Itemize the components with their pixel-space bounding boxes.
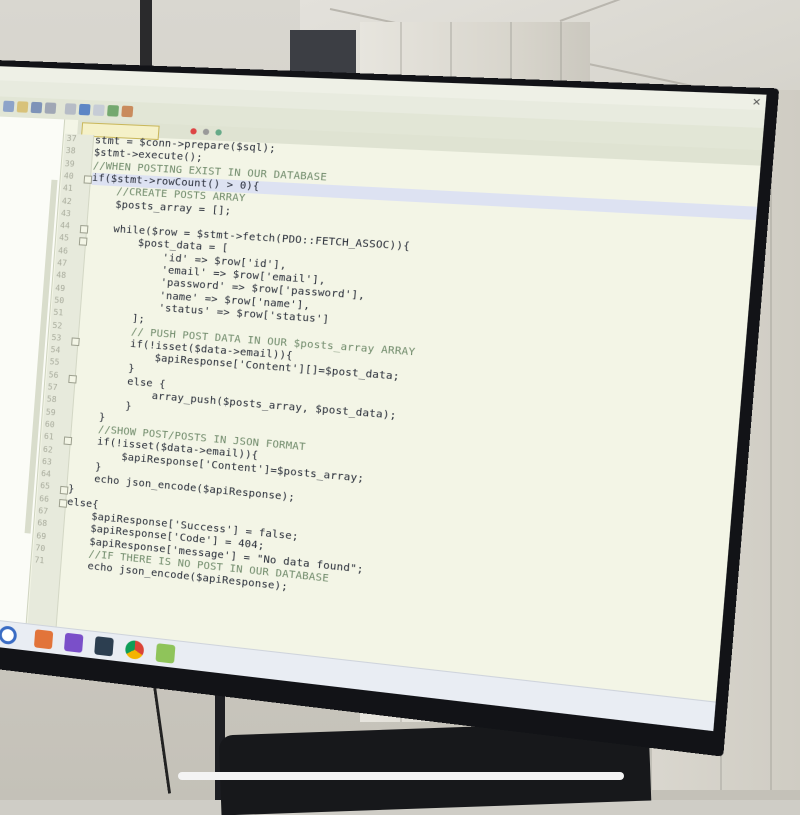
cut-icon[interactable] bbox=[64, 103, 77, 115]
line-number: 45 bbox=[58, 233, 70, 244]
line-number: 70 bbox=[35, 543, 46, 554]
line-number: 55 bbox=[49, 357, 60, 368]
app-icon-orange[interactable] bbox=[33, 629, 54, 650]
save-icon[interactable] bbox=[30, 101, 43, 114]
line-number: 51 bbox=[53, 307, 64, 318]
line-number: 47 bbox=[56, 258, 68, 268]
undo-icon[interactable] bbox=[106, 104, 120, 117]
line-number: 63 bbox=[41, 456, 53, 467]
line-number: 44 bbox=[59, 220, 71, 231]
app-icon-dark[interactable] bbox=[94, 636, 114, 657]
line-number: 40 bbox=[63, 171, 74, 181]
line-number: 60 bbox=[44, 419, 55, 430]
monitor: ✕ 37 38 39 40 41 42 43 44 45 46 47 48 49… bbox=[0, 0, 800, 800]
line-number: 39 bbox=[64, 158, 75, 169]
line-number: 64 bbox=[40, 468, 52, 479]
line-number: 67 bbox=[37, 506, 49, 517]
line-number: 57 bbox=[47, 382, 58, 393]
line-number: 65 bbox=[39, 481, 51, 492]
code-line: echo json_encode($apiResponse); bbox=[68, 471, 296, 504]
home-indicator bbox=[178, 772, 624, 780]
line-number: 41 bbox=[62, 183, 73, 194]
line-number: 53 bbox=[51, 332, 62, 343]
line-number: 48 bbox=[55, 270, 67, 281]
line-number: 37 bbox=[66, 133, 77, 144]
line-number: 61 bbox=[43, 431, 54, 442]
line-number: 49 bbox=[55, 283, 66, 293]
line-number: 66 bbox=[38, 493, 50, 504]
copy-icon[interactable] bbox=[78, 103, 91, 116]
chrome-icon[interactable] bbox=[124, 639, 145, 661]
monitor-bezel: ✕ 37 38 39 40 41 42 43 44 45 46 47 48 49… bbox=[0, 59, 780, 757]
stop-icon[interactable] bbox=[202, 128, 210, 136]
redo-icon[interactable] bbox=[121, 105, 134, 118]
line-number: 71 bbox=[34, 555, 45, 566]
code-line: } bbox=[67, 483, 75, 496]
save-all-icon[interactable] bbox=[44, 102, 57, 114]
app-icon-green[interactable] bbox=[155, 643, 176, 664]
line-number: 54 bbox=[50, 345, 61, 355]
open-folder-icon[interactable] bbox=[16, 101, 29, 113]
search-icon[interactable] bbox=[0, 625, 18, 646]
line-number: 56 bbox=[48, 369, 59, 380]
line-number: 43 bbox=[60, 208, 72, 219]
code-line: } bbox=[73, 409, 106, 424]
line-number: 50 bbox=[54, 295, 65, 306]
visual-studio-icon[interactable] bbox=[63, 632, 84, 653]
line-number: 62 bbox=[42, 444, 54, 455]
line-number: 42 bbox=[61, 196, 73, 206]
play-icon[interactable] bbox=[215, 129, 222, 136]
monitor-screen: ✕ 37 38 39 40 41 42 43 44 45 46 47 48 49… bbox=[0, 66, 767, 732]
line-number: 46 bbox=[57, 245, 69, 256]
record-icon[interactable] bbox=[190, 128, 197, 135]
new-file-icon[interactable] bbox=[2, 100, 15, 113]
line-number: 69 bbox=[36, 530, 47, 541]
line-number: 52 bbox=[52, 320, 63, 331]
line-number: 59 bbox=[45, 407, 56, 417]
paste-icon[interactable] bbox=[92, 104, 105, 117]
code-editor[interactable]: stmt = $conn->prepare($sql); $stmt->execu… bbox=[58, 135, 761, 703]
line-number: 38 bbox=[65, 146, 76, 156]
line-number: 58 bbox=[46, 394, 57, 405]
line-number: 68 bbox=[37, 518, 48, 529]
